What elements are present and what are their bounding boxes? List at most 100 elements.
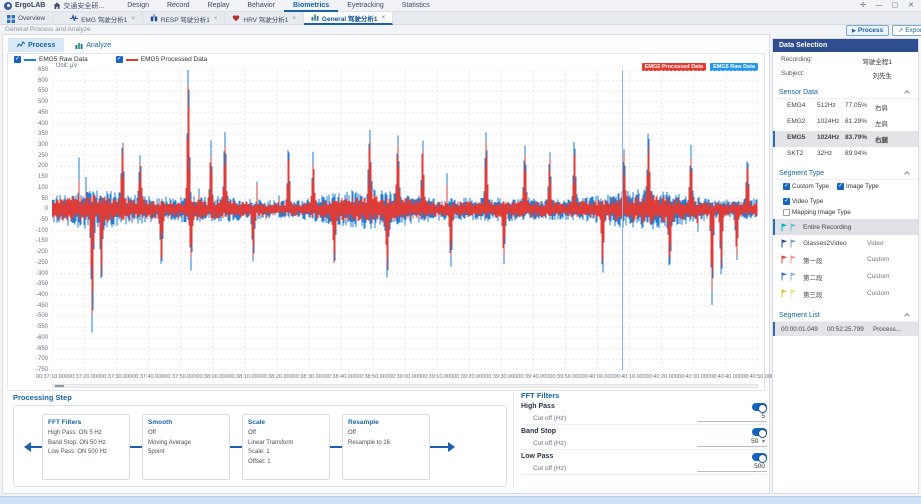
process-button[interactable]: ▶ Process	[846, 25, 889, 36]
processing-card-title: FFT Filters	[48, 419, 124, 426]
tab-close-icon[interactable]: ×	[214, 16, 218, 22]
tab-analyze[interactable]: Analyze	[66, 38, 120, 52]
cutoff-value-input[interactable]: 500	[697, 463, 767, 472]
minimize-icon[interactable]: —	[871, 0, 887, 11]
y-tick-label: 450	[10, 110, 48, 116]
scrollbar-handle[interactable]	[55, 385, 64, 387]
processing-card-fft-filters[interactable]: FFT FiltersHigh Pass: ON 5 HzBand Stop: …	[42, 414, 130, 480]
cutoff-value-input[interactable]: 50 ▾	[697, 438, 767, 447]
signal-chart-card: ✓EMG5 Raw Data✓EMG5 Processed Data Unit:…	[7, 53, 765, 391]
x-tick-label: 00:40:10.000	[613, 374, 647, 380]
analyze-tab-icon	[75, 41, 83, 49]
segment-label: Glasses2Video	[803, 240, 867, 247]
filter-image-type[interactable]: ✓Image Type	[837, 183, 879, 190]
processing-card-line: Offset: 1	[248, 458, 324, 468]
segment-type-label: Custom	[867, 290, 889, 297]
processing-step-flow: FFT FiltersHigh Pass: ON 5 HzBand Stop: …	[13, 405, 507, 487]
processing-card-scale[interactable]: ScaleOffLinear TransformScale: 1Offset: …	[242, 414, 330, 480]
fft-group-low-pass: Low PassCut off (Hz)500	[521, 450, 767, 475]
checkbox-icon[interactable]: ✓	[116, 56, 123, 63]
toggle-on-switch[interactable]	[752, 403, 767, 411]
filter-mapping-image-type[interactable]: Mapping Image Type	[783, 209, 851, 216]
cutoff-value-input[interactable]: 5	[697, 413, 767, 422]
recording-value: 驾驶全程1	[862, 56, 892, 66]
tab-general[interactable]: General 驾驶分析1 ×	[304, 12, 393, 25]
project-switcher[interactable]: 交通安全研...	[53, 1, 104, 11]
menu-item-behavior[interactable]: Behavior	[238, 0, 284, 12]
sensor-row-skt2[interactable]: SKT232Hz89.94%	[773, 147, 918, 160]
menu-item-record[interactable]: Record	[158, 0, 199, 12]
legend-checkbox-1[interactable]: ✓EMG5 Processed Data	[116, 56, 207, 63]
fft-filter-groups: High PassCut off (Hz)5Band StopCut off (…	[521, 400, 767, 475]
checkbox-icon[interactable]: ✓	[783, 183, 790, 190]
tab-process[interactable]: Process	[8, 38, 64, 52]
filter-video-type[interactable]: ✓Video Type	[783, 198, 823, 205]
fft-filters-panel: FFT Filters High PassCut off (Hz)5Band S…	[521, 391, 767, 491]
checkbox-icon[interactable]: ✓	[14, 56, 21, 63]
menu-item-biometrics[interactable]: Biometrics	[284, 0, 338, 12]
chart-horizontal-scrollbar[interactable]	[52, 384, 758, 388]
sensor-rate: 1024Hz	[817, 134, 845, 144]
collapse-chevron-icon	[904, 171, 910, 177]
x-tick-label: 00:40:30.000	[677, 374, 711, 380]
checkbox-icon[interactable]: ✓	[837, 183, 844, 190]
tab-close-icon[interactable]: ×	[382, 15, 386, 21]
toggle-on-switch[interactable]	[752, 453, 767, 461]
recording-label: Recording:	[781, 56, 812, 66]
x-tick-label: 00:39:10.000	[420, 374, 454, 380]
selected-indicator	[773, 131, 775, 147]
x-tick-label: 00:39:20.000	[452, 374, 486, 380]
sensor-row-emg5[interactable]: EMG51024Hz83.79%右腿	[773, 131, 918, 147]
toggle-on-switch[interactable]	[752, 428, 767, 436]
maximize-icon[interactable]: ▢	[887, 0, 903, 11]
menu-item-statistics[interactable]: Statistics	[393, 0, 439, 12]
sensor-row-emg4[interactable]: EMG4512Hz77.05%右肩	[773, 99, 918, 115]
close-icon[interactable]: ✕	[903, 0, 919, 11]
segment-row-4[interactable]: 第三段Custom	[773, 285, 918, 302]
y-tick-label: -350	[10, 281, 48, 287]
y-tick-label: 50	[10, 196, 48, 202]
sensor-data-header[interactable]: Sensor Data	[773, 85, 918, 99]
legend-checkbox-0[interactable]: ✓EMG5 Raw Data	[14, 56, 88, 63]
menu-item-eyetracking[interactable]: Eyetracking	[338, 0, 393, 12]
segment-row-3[interactable]: 第二段Custom	[773, 268, 918, 285]
segment-type-list: Entire RecordingGlasses2VideoVideo第一段Cus…	[773, 219, 918, 302]
x-tick-label: 00:37:40.000	[131, 374, 165, 380]
document-tab-bar: Overview EMG 驾驶分析1×RESP 驾驶分析1×HRV 驾驶分析1×…	[0, 12, 921, 25]
y-tick-label: -200	[10, 249, 48, 255]
tab-close-icon[interactable]: ×	[292, 16, 296, 22]
checkbox-icon[interactable]: ✓	[783, 198, 790, 205]
export-button[interactable]: ↗ Export	[892, 25, 921, 36]
y-tick-label: -700	[10, 356, 48, 362]
segment-row-1[interactable]: Glasses2VideoVideo	[773, 235, 918, 251]
tab-resp[interactable]: RESP 驾驶分析1×	[143, 12, 226, 25]
emg-waveform-plot[interactable]	[52, 70, 758, 370]
segment-row-2[interactable]: 第一段Custom	[773, 251, 918, 268]
processing-card-line: Off	[248, 429, 324, 439]
tab-emg[interactable]: EMG 驾驶分析1×	[63, 12, 143, 25]
dropdown-caret-icon[interactable]: ▾	[760, 439, 765, 445]
segment-list-row-0[interactable]: 00:00:01.04900:52:25.799Process...	[773, 322, 918, 336]
filter-custom-type[interactable]: ✓Custom Type	[783, 183, 829, 190]
processing-card-smooth[interactable]: SmoothOffMoving Average5point	[142, 414, 230, 480]
checkbox-icon[interactable]	[783, 209, 790, 216]
processing-card-resample[interactable]: ResampleOffResample to 16	[342, 414, 430, 480]
tab-hrv[interactable]: HRV 驾驶分析1×	[225, 12, 304, 25]
segment-row-0[interactable]: Entire Recording	[773, 219, 918, 235]
tab-label: General 驾驶分析1	[322, 13, 378, 23]
segment-list: 00:00:01.04900:52:25.799Process...	[773, 322, 918, 336]
menu-item-design[interactable]: Design	[118, 0, 158, 12]
home-icon	[53, 2, 61, 10]
segment-list-header[interactable]: Segment List	[773, 308, 918, 322]
sensor-rate: 32Hz	[817, 150, 845, 157]
tab-close-icon[interactable]: ×	[131, 16, 135, 22]
sensor-row-emg2[interactable]: EMG21024Hz81.29%左肩	[773, 115, 918, 131]
pin-icon[interactable]: ✛	[855, 0, 871, 11]
tab-overview[interactable]: Overview	[0, 12, 53, 25]
segment-label: 第三段	[803, 289, 867, 299]
y-tick-label: 100	[10, 185, 48, 191]
menu-item-replay[interactable]: Replay	[199, 0, 239, 12]
segment-type-header[interactable]: Segment Type	[773, 166, 918, 180]
subject-value: 刘先生	[873, 70, 893, 80]
time-cursor[interactable]	[622, 70, 623, 370]
